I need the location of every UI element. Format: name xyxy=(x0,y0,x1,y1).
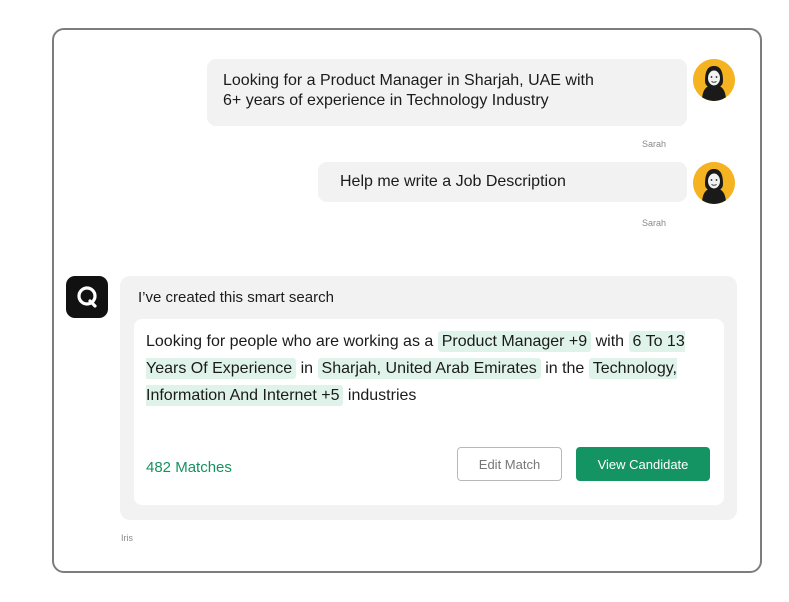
match-count: 482 Matches xyxy=(146,459,232,476)
message-text-line: Looking for a Product Manager in Sharjah… xyxy=(223,72,594,89)
message-text-line: 6+ years of experience in Technology Ind… xyxy=(223,92,549,109)
bot-message-card: I’ve created this smart search Looking f… xyxy=(120,276,737,520)
chat-window: Looking for a Product Manager in Sharjah… xyxy=(52,28,762,573)
message-sender: Iris xyxy=(121,533,133,543)
user-message-bubble: Help me write a Job Description xyxy=(318,162,687,202)
query-text: in xyxy=(300,360,314,377)
message-text: Help me write a Job Description xyxy=(340,173,566,190)
edit-match-button[interactable]: Edit Match xyxy=(457,447,562,481)
q-logo-icon xyxy=(66,276,108,318)
query-text: with xyxy=(595,333,625,350)
user-avatar-icon xyxy=(693,162,735,204)
message-sender: Sarah xyxy=(642,218,667,228)
location-chip[interactable]: Sharjah, United Arab Emirates xyxy=(317,358,541,379)
user-message-bubble: Looking for a Product Manager in Sharjah… xyxy=(207,59,687,126)
query-text: Looking for people who are working as a xyxy=(146,333,434,350)
user-avatar-icon xyxy=(693,59,735,101)
query-text: industries xyxy=(347,387,417,404)
job-title-chip[interactable]: Product Manager +9 xyxy=(437,331,592,352)
bot-message-title: I’ve created this smart search xyxy=(138,289,334,306)
smart-search-query: Looking for people who are working as a … xyxy=(146,328,712,409)
message-sender: Sarah xyxy=(642,139,667,149)
query-text: in the xyxy=(545,360,585,377)
smart-search-card: Looking for people who are working as a … xyxy=(134,319,724,505)
view-candidate-button[interactable]: View Candidate xyxy=(576,447,710,481)
